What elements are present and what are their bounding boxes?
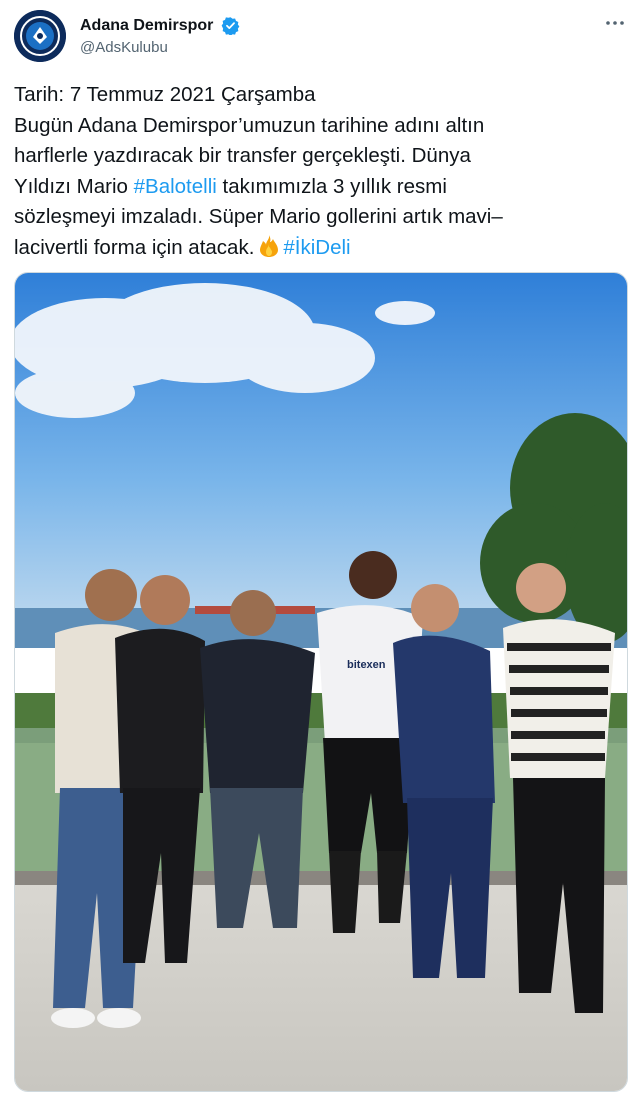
tweet-line: Yıldızı Mario #Balotelli takımımızla 3 y…	[14, 172, 614, 203]
hashtag-link-balotelli[interactable]: #Balotelli	[134, 175, 217, 198]
avatar[interactable]	[14, 10, 66, 62]
account-handle[interactable]: @AdsKulubu	[80, 39, 240, 56]
account-names: Adana Demirspor @AdsKulubu	[80, 16, 240, 56]
more-options-icon[interactable]	[604, 16, 626, 30]
tweet-line: Bugün Adana Demirspor’umuzun tarihine ad…	[14, 113, 485, 137]
hashtag-link-ikideli[interactable]: #İkiDeli	[283, 236, 350, 259]
jersey-sponsor-text: bitexen	[347, 659, 386, 671]
tweet-text-segment: Yıldızı Mario	[14, 174, 134, 198]
verified-badge-icon	[221, 17, 240, 35]
tweet-line: harflerle yazdıracak bir transfer gerçek…	[14, 144, 471, 167]
tweet-line-date: Tarih: 7 Temmuz 2021 Çarşamba	[14, 83, 316, 106]
tweet-text: Tarih: 7 Temmuz 2021 Çarşamba Bugün Adan…	[14, 80, 614, 263]
fire-emoji-icon	[260, 234, 279, 257]
tweet-header: Adana Demirspor @AdsKulubu	[14, 10, 626, 62]
tweet-text-segment: lacivertli forma için atacak.	[14, 235, 255, 259]
tweet-line: lacivertli forma için atacak. #İkiDeli	[14, 233, 614, 264]
group-photo-image: bitexen	[15, 273, 627, 1091]
tweet-photo[interactable]: bitexen	[14, 272, 628, 1092]
display-name[interactable]: Adana Demirspor	[80, 17, 213, 35]
tweet-text-segment: takımımızla 3 yıllık resmi	[216, 174, 447, 198]
tweet-line: sözleşmeyi imzaladı. Süper Mario golleri…	[14, 205, 503, 228]
club-crest-icon	[14, 10, 66, 62]
